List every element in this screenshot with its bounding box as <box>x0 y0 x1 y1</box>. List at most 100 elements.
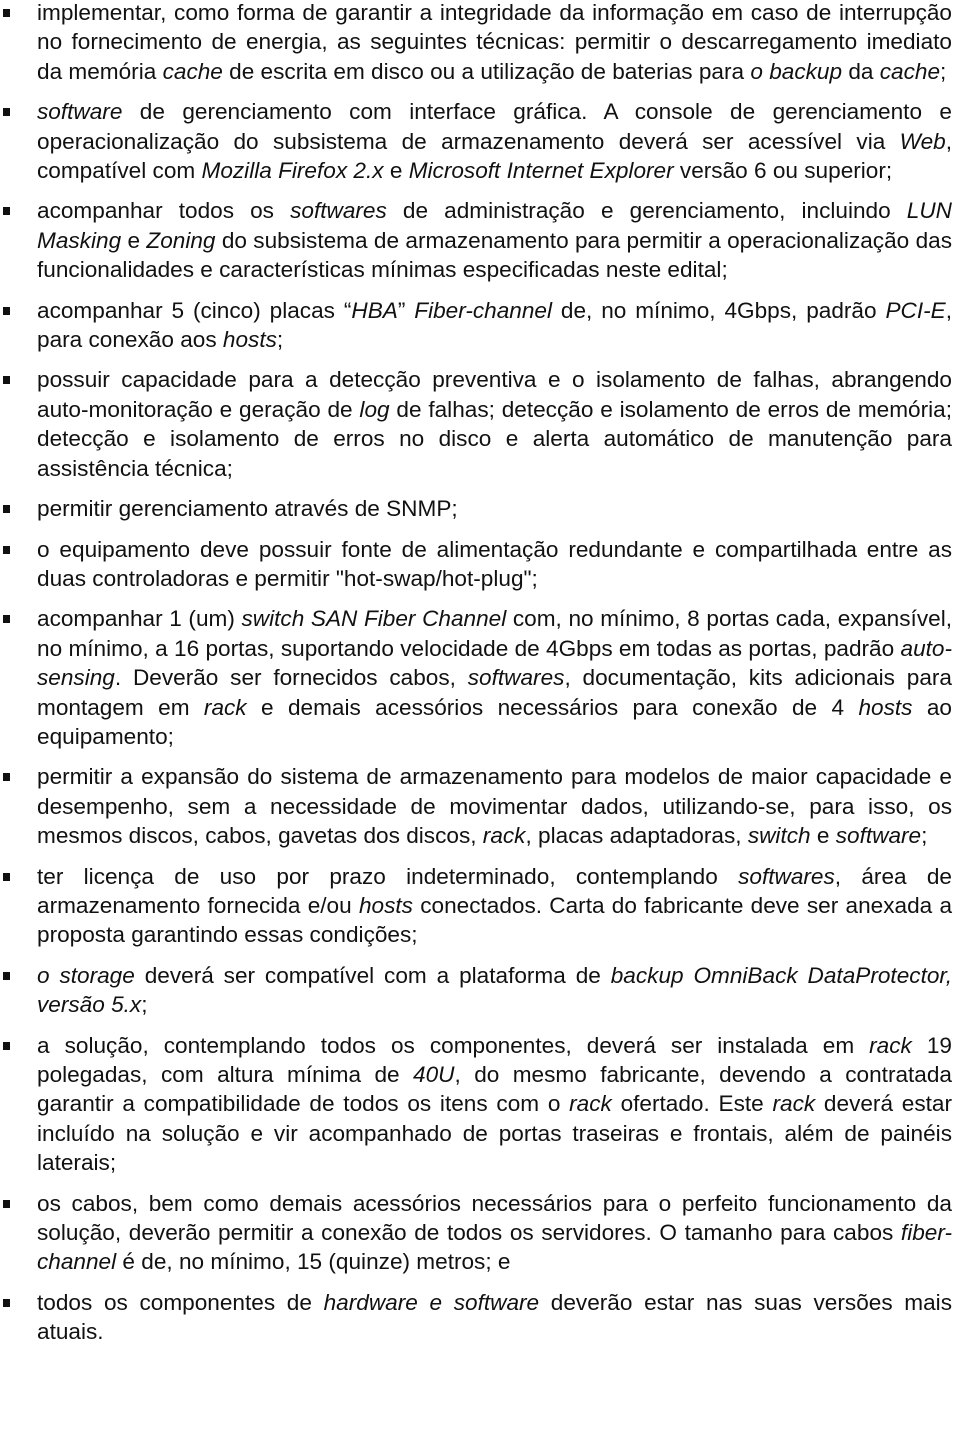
italic-term: HBA <box>351 297 398 323</box>
text-segment: ter licença de uso por prazo indetermina… <box>37 863 739 889</box>
text-segment: os cabos, bem como demais acessórios nec… <box>37 1190 952 1246</box>
text-segment: de escrita em disco ou a utilização de b… <box>222 58 751 84</box>
list-item-text: implementar, como forma de garantir a in… <box>37 0 952 84</box>
italic-term: hardware e software <box>323 1289 540 1315</box>
square-bullet-icon <box>3 207 10 216</box>
list-item-text: o storage deverá ser compatível com a pl… <box>37 963 952 1017</box>
list-item: acompanhar todos os softwares de adminis… <box>0 196 952 284</box>
document-page: implementar, como forma de garantir a in… <box>0 0 960 1347</box>
square-bullet-icon <box>3 376 10 385</box>
italic-term: o storage <box>37 962 135 988</box>
text-segment: e <box>810 823 836 849</box>
requirements-list: implementar, como forma de garantir a in… <box>0 0 952 1347</box>
list-item: a solução, contemplando todos os compone… <box>0 1031 952 1178</box>
text-segment: acompanhar 1 (um) <box>37 606 242 632</box>
italic-term: hosts <box>858 694 913 720</box>
text-segment: versão 6 ou superior; <box>673 158 893 184</box>
text-segment: ” <box>397 297 415 323</box>
italic-term: Microsoft Internet Explorer <box>408 158 674 184</box>
italic-term: Web <box>899 128 946 154</box>
list-item: ter licença de uso por prazo indetermina… <box>0 862 952 950</box>
italic-term: rack <box>772 1091 816 1117</box>
list-item-text: os cabos, bem como demais acessórios nec… <box>37 1191 952 1275</box>
text-segment: todos os componentes de <box>37 1289 324 1315</box>
text-segment: acompanhar todos os <box>37 198 291 224</box>
italic-term: softwares <box>738 863 835 889</box>
text-segment: . Deverão ser fornecidos cabos, <box>114 665 468 691</box>
text-segment: ofertado. Este <box>611 1091 773 1117</box>
list-item-text: ter licença de uso por prazo indetermina… <box>37 864 952 948</box>
italic-term: o backup <box>750 58 843 84</box>
italic-term: rack <box>482 823 526 849</box>
text-segment: permitir gerenciamento através de SNMP; <box>37 496 458 522</box>
list-item-text: possuir capacidade para a detecção preve… <box>37 367 952 480</box>
text-segment: e <box>383 158 409 184</box>
text-segment: ; <box>276 327 284 353</box>
list-item: o equipamento deve possuir fonte de alim… <box>0 535 952 594</box>
list-item: permitir a expansão do sistema de armaze… <box>0 762 952 850</box>
text-segment: é de, no mínimo, 15 (quinze) metros; e <box>116 1249 511 1275</box>
italic-term: rack <box>569 1091 612 1117</box>
square-bullet-icon <box>3 971 10 980</box>
italic-term: switch <box>747 823 811 849</box>
list-item: possuir capacidade para a detecção preve… <box>0 365 952 483</box>
text-segment: acompanhar 5 (cinco) placas “ <box>37 297 352 323</box>
text-segment: de administração e gerenciamento, inclui… <box>386 198 907 224</box>
italic-term: Mozilla Firefox 2.x <box>201 158 384 184</box>
text-segment: o equipamento deve possuir fonte de alim… <box>37 536 952 591</box>
square-bullet-icon <box>3 1199 10 1208</box>
square-bullet-icon <box>3 108 10 117</box>
italic-term: rack <box>869 1032 912 1058</box>
list-item: permitir gerenciamento através de SNMP; <box>0 494 952 523</box>
list-item: os cabos, bem como demais acessórios nec… <box>0 1189 952 1277</box>
text-segment: da <box>842 58 880 84</box>
text-segment: ; <box>141 992 148 1018</box>
italic-term: Fiber-channel <box>414 297 553 323</box>
italic-term: software <box>835 823 922 849</box>
list-item-text: todos os componentes de hardware e softw… <box>37 1290 952 1344</box>
list-item-text: permitir gerenciamento através de SNMP; <box>37 496 458 521</box>
italic-term: PCI-E <box>885 297 946 323</box>
text-segment: e demais acessórios necessários para con… <box>246 694 859 720</box>
list-item: todos os componentes de hardware e softw… <box>0 1288 952 1347</box>
square-bullet-icon <box>3 1041 10 1050</box>
text-segment: ; <box>921 823 928 849</box>
italic-term: softwares <box>290 198 387 224</box>
list-item: acompanhar 5 (cinco) placas “HBA” Fiber-… <box>0 296 952 355</box>
italic-term: hosts <box>358 892 413 918</box>
italic-term: software <box>37 99 123 125</box>
list-item-text: a solução, contemplando todos os compone… <box>37 1033 952 1176</box>
text-segment: e <box>121 227 147 253</box>
italic-term: switch SAN Fiber Channel <box>241 606 507 632</box>
italic-term: rack <box>203 694 247 720</box>
italic-term: 40U <box>413 1062 455 1087</box>
italic-term: softwares <box>467 665 565 691</box>
list-item-text: acompanhar 1 (um) switch SAN Fiber Chann… <box>37 606 952 749</box>
list-item: o storage deverá ser compatível com a pl… <box>0 961 952 1020</box>
square-bullet-icon <box>3 615 10 624</box>
list-item-text: permitir a expansão do sistema de armaze… <box>37 764 952 848</box>
italic-term: cache <box>879 58 941 84</box>
square-bullet-icon <box>3 1298 10 1307</box>
text-segment: de, no mínimo, 4Gbps, padrão <box>552 297 886 323</box>
square-bullet-icon <box>3 505 10 514</box>
list-item: software de gerenciamento com interface … <box>0 97 952 185</box>
list-item-text: software de gerenciamento com interface … <box>37 99 952 183</box>
square-bullet-icon <box>3 872 10 881</box>
text-segment: , placas adaptadoras, <box>525 823 748 849</box>
square-bullet-icon <box>3 9 10 17</box>
list-item-text: o equipamento deve possuir fonte de alim… <box>37 537 952 591</box>
list-item-text: acompanhar todos os softwares de adminis… <box>37 198 952 282</box>
text-segment: deverá ser compatível com a plataforma d… <box>134 962 611 988</box>
square-bullet-icon <box>3 545 10 554</box>
italic-term: cache <box>162 58 223 84</box>
list-item: implementar, como forma de garantir a in… <box>0 0 952 86</box>
text-segment: de gerenciamento com interface gráfica. … <box>37 99 952 154</box>
list-item: acompanhar 1 (um) switch SAN Fiber Chann… <box>0 604 952 751</box>
square-bullet-icon <box>3 773 10 782</box>
list-item-text: acompanhar 5 (cinco) placas “HBA” Fiber-… <box>37 298 952 352</box>
italic-term: hosts <box>222 327 277 353</box>
square-bullet-icon <box>3 306 10 315</box>
italic-term: Zoning <box>146 227 216 253</box>
text-segment: ; <box>940 58 947 84</box>
